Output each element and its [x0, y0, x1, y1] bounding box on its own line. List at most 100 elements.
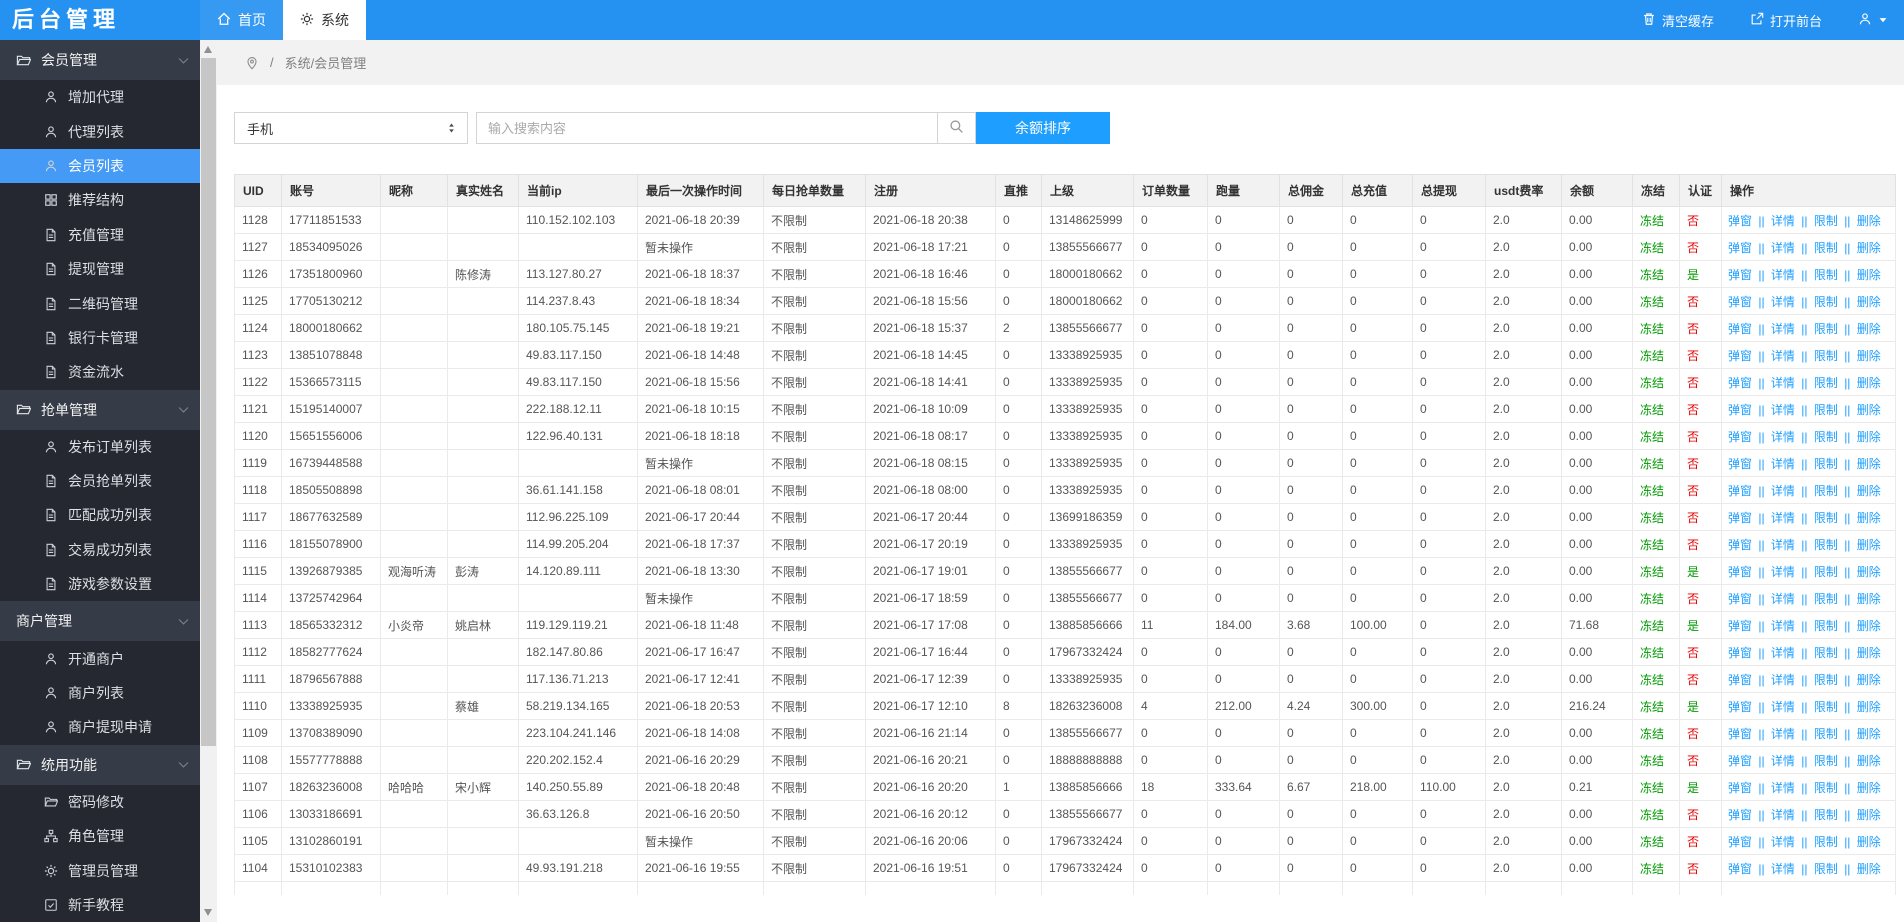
- row-action-popup[interactable]: 弹窗: [1728, 835, 1752, 849]
- row-action-popup[interactable]: 弹窗: [1728, 349, 1752, 363]
- row-action-restrict[interactable]: 限制: [1814, 700, 1838, 714]
- row-action-restrict[interactable]: 限制: [1814, 349, 1838, 363]
- row-action-restrict[interactable]: 限制: [1814, 808, 1838, 822]
- row-action-details[interactable]: 详情: [1771, 538, 1795, 552]
- sidebar-item-merchant-withdrawal-request[interactable]: 商户提现申请: [0, 710, 200, 744]
- cell-freeze[interactable]: 冻结: [1632, 746, 1680, 774]
- row-action-delete[interactable]: 删除: [1857, 727, 1881, 741]
- cell-freeze[interactable]: 冻结: [1632, 206, 1680, 234]
- row-action-delete[interactable]: 删除: [1857, 646, 1881, 660]
- cell-freeze[interactable]: 冻结: [1632, 530, 1680, 558]
- row-action-popup[interactable]: 弹窗: [1728, 727, 1752, 741]
- row-action-details[interactable]: 详情: [1771, 646, 1795, 660]
- row-action-delete[interactable]: 删除: [1857, 862, 1881, 876]
- row-action-restrict[interactable]: 限制: [1814, 511, 1838, 525]
- row-action-details[interactable]: 详情: [1771, 754, 1795, 768]
- row-action-delete[interactable]: 删除: [1857, 808, 1881, 822]
- sidebar-item-merchant-list[interactable]: 商户列表: [0, 676, 200, 710]
- sidebar-item-referral-structure[interactable]: 推荐结构: [0, 183, 200, 217]
- sidebar-item-add-agent[interactable]: 增加代理: [0, 80, 200, 114]
- row-action-details[interactable]: 详情: [1771, 484, 1795, 498]
- row-action-details[interactable]: 详情: [1771, 835, 1795, 849]
- row-action-restrict[interactable]: 限制: [1814, 673, 1838, 687]
- row-action-popup[interactable]: 弹窗: [1728, 376, 1752, 390]
- row-action-restrict[interactable]: 限制: [1814, 565, 1838, 579]
- row-action-restrict[interactable]: 限制: [1814, 592, 1838, 606]
- cell-freeze[interactable]: 冻结: [1632, 422, 1680, 450]
- row-action-popup[interactable]: 弹窗: [1728, 322, 1752, 336]
- row-action-details[interactable]: 详情: [1771, 808, 1795, 822]
- row-action-popup[interactable]: 弹窗: [1728, 214, 1752, 228]
- row-action-popup[interactable]: 弹窗: [1728, 268, 1752, 282]
- clear-cache-button[interactable]: 清空缓存: [1642, 11, 1714, 30]
- row-action-details[interactable]: 详情: [1771, 457, 1795, 471]
- row-action-restrict[interactable]: 限制: [1814, 457, 1838, 471]
- row-action-popup[interactable]: 弹窗: [1728, 592, 1752, 606]
- row-action-restrict[interactable]: 限制: [1814, 727, 1838, 741]
- row-action-delete[interactable]: 删除: [1857, 268, 1881, 282]
- row-action-popup[interactable]: 弹窗: [1728, 862, 1752, 876]
- row-action-details[interactable]: 详情: [1771, 592, 1795, 606]
- row-action-restrict[interactable]: 限制: [1814, 835, 1838, 849]
- cell-freeze[interactable]: 冻结: [1632, 287, 1680, 315]
- row-action-details[interactable]: 详情: [1771, 376, 1795, 390]
- sidebar-item-match-success-list[interactable]: 匹配成功列表: [0, 498, 200, 532]
- search-input[interactable]: [476, 112, 938, 144]
- cell-freeze[interactable]: 冻结: [1632, 854, 1680, 882]
- sidebar-item-published-order-list[interactable]: 发布订单列表: [0, 430, 200, 464]
- cell-freeze[interactable]: 冻结: [1632, 476, 1680, 504]
- row-action-popup[interactable]: 弹窗: [1728, 754, 1752, 768]
- cell-freeze[interactable]: 冻结: [1632, 341, 1680, 369]
- sidebar-section-general-functions[interactable]: 统用功能: [0, 744, 200, 785]
- row-action-delete[interactable]: 删除: [1857, 619, 1881, 633]
- row-action-details[interactable]: 详情: [1771, 295, 1795, 309]
- cell-freeze[interactable]: 冻结: [1632, 260, 1680, 288]
- sidebar-scrollbar[interactable]: [200, 40, 217, 922]
- cell-freeze[interactable]: 冻结: [1632, 395, 1680, 423]
- sidebar-item-bank-card-management[interactable]: 银行卡管理: [0, 321, 200, 355]
- row-action-details[interactable]: 详情: [1771, 700, 1795, 714]
- row-action-details[interactable]: 详情: [1771, 268, 1795, 282]
- sidebar-item-password-change[interactable]: 密码修改: [0, 785, 200, 819]
- sidebar-item-admin-management[interactable]: 管理员管理: [0, 853, 200, 887]
- row-action-details[interactable]: 详情: [1771, 619, 1795, 633]
- row-action-restrict[interactable]: 限制: [1814, 646, 1838, 660]
- sidebar-section-merchant-management[interactable]: 商户管理: [0, 601, 200, 642]
- row-action-popup[interactable]: 弹窗: [1728, 565, 1752, 579]
- sidebar-item-withdrawal-management[interactable]: 提现管理: [0, 252, 200, 286]
- scrollbar-up-arrow[interactable]: [204, 46, 212, 53]
- cell-freeze[interactable]: 冻结: [1632, 368, 1680, 396]
- row-action-restrict[interactable]: 限制: [1814, 322, 1838, 336]
- row-action-details[interactable]: 详情: [1771, 403, 1795, 417]
- open-frontend-button[interactable]: 打开前台: [1750, 11, 1822, 30]
- row-action-delete[interactable]: 删除: [1857, 592, 1881, 606]
- row-action-details[interactable]: 详情: [1771, 214, 1795, 228]
- search-field-select[interactable]: 手机: [234, 112, 468, 144]
- cell-freeze[interactable]: 冻结: [1632, 692, 1680, 720]
- sidebar-item-recharge-management[interactable]: 充值管理: [0, 218, 200, 252]
- row-action-details[interactable]: 详情: [1771, 565, 1795, 579]
- row-action-restrict[interactable]: 限制: [1814, 430, 1838, 444]
- balance-sort-button[interactable]: 余额排序: [976, 112, 1110, 144]
- row-action-delete[interactable]: 删除: [1857, 241, 1881, 255]
- row-action-restrict[interactable]: 限制: [1814, 376, 1838, 390]
- row-action-delete[interactable]: 删除: [1857, 565, 1881, 579]
- row-action-restrict[interactable]: 限制: [1814, 268, 1838, 282]
- row-action-delete[interactable]: 删除: [1857, 538, 1881, 552]
- row-action-popup[interactable]: 弹窗: [1728, 700, 1752, 714]
- row-action-popup[interactable]: 弹窗: [1728, 538, 1752, 552]
- row-action-popup[interactable]: 弹窗: [1728, 430, 1752, 444]
- scrollbar-thumb[interactable]: [201, 58, 216, 746]
- row-action-details[interactable]: 详情: [1771, 727, 1795, 741]
- sidebar-item-member-list[interactable]: 会员列表: [0, 148, 200, 184]
- row-action-details[interactable]: 详情: [1771, 322, 1795, 336]
- row-action-restrict[interactable]: 限制: [1814, 241, 1838, 255]
- cell-freeze[interactable]: 冻结: [1632, 665, 1680, 693]
- row-action-popup[interactable]: 弹窗: [1728, 781, 1752, 795]
- cell-freeze[interactable]: 冻结: [1632, 773, 1680, 801]
- row-action-restrict[interactable]: 限制: [1814, 781, 1838, 795]
- cell-freeze[interactable]: 冻结: [1632, 827, 1680, 855]
- row-action-details[interactable]: 详情: [1771, 673, 1795, 687]
- row-action-popup[interactable]: 弹窗: [1728, 484, 1752, 498]
- row-action-delete[interactable]: 删除: [1857, 700, 1881, 714]
